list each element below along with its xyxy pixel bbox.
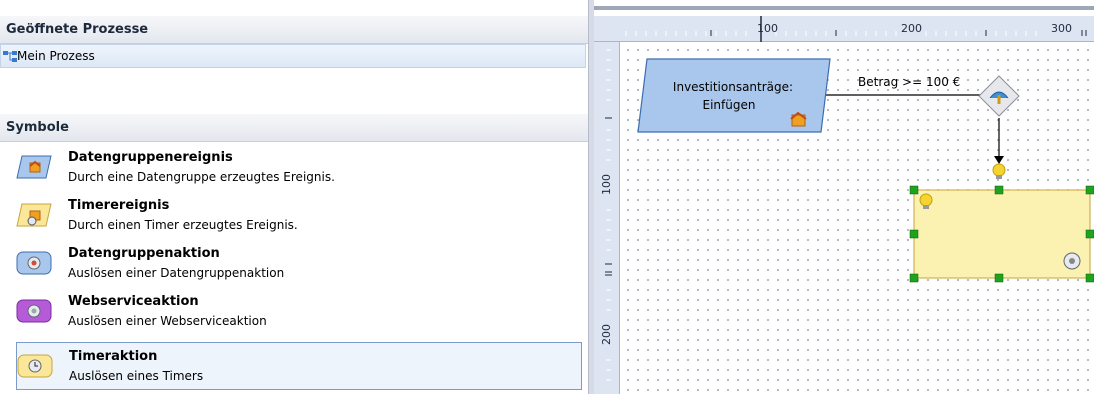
arrowhead-icon: [994, 156, 1004, 164]
event-node-label-line1: Investitionsanträge:: [672, 80, 794, 94]
timer-event-icon: [16, 203, 52, 227]
datagroup-action-icon: [16, 251, 52, 275]
horizontal-ruler: 100 200 300: [594, 16, 1094, 42]
vertical-ruler: 100 200: [594, 42, 620, 394]
event-node-icon: [790, 111, 807, 127]
action-node[interactable]: [913, 189, 1091, 279]
symbol-description: Auslösen eines Timers: [69, 369, 204, 383]
symbol-title: Timerereignis: [68, 198, 170, 213]
left-panel: Geöffnete Prozesse Mein Prozess Symbole …: [0, 0, 590, 394]
event-node-label-line2: Einfügen: [702, 98, 756, 112]
process-item-mein-prozess[interactable]: Mein Prozess: [0, 44, 586, 68]
ruler-label-100: 100: [757, 22, 778, 35]
symbol-description: Auslösen einer Datengruppenaktion: [68, 266, 285, 280]
symbol-description: Durch eine Datengruppe erzeugtes Ereigni…: [68, 170, 335, 184]
process-item-label: Mein Prozess: [17, 49, 95, 63]
symbol-item-webserviceaktion[interactable]: Webserviceaktion Auslösen einer Webservi…: [16, 288, 582, 336]
diagram-shapes: [637, 58, 1094, 283]
datagroup-event-icon: [16, 155, 52, 179]
ruler-label-300: 300: [1051, 22, 1072, 35]
horizontal-ruler-ticks: [625, 16, 1087, 42]
condition-label: Betrag >= 100 €: [858, 75, 961, 89]
symbol-description: Auslösen einer Webserviceaktion: [68, 314, 267, 328]
symbol-item-datengruppenereignis[interactable]: Datengruppenereignis Durch eine Datengru…: [16, 144, 582, 192]
timer-action-icon: [17, 354, 53, 378]
symbol-title: Datengruppenaktion: [68, 246, 220, 261]
diagram-canvas[interactable]: Investitionsanträge: Einfügen Betrag >= …: [620, 42, 1094, 394]
ruler-label-100-vertical: 100: [600, 174, 613, 195]
symbol-title: Webserviceaktion: [68, 294, 199, 309]
gear-icon: [1063, 252, 1081, 270]
symbol-item-datengruppenaktion[interactable]: Datengruppenaktion Auslösen einer Dateng…: [16, 240, 582, 288]
symbol-item-timerereignis[interactable]: Timerereignis Durch einen Timer erzeugte…: [16, 192, 582, 240]
lightbulb-icon: [992, 163, 1006, 179]
webservice-action-icon: [16, 299, 52, 323]
symbol-title: Timeraktion: [69, 349, 158, 364]
ruler-label-200-vertical: 200: [600, 324, 613, 345]
ruler-label-200: 200: [901, 22, 922, 35]
symbol-title: Datengruppenereignis: [68, 150, 233, 165]
process-tree-icon: [3, 51, 17, 62]
processes-header: Geöffnete Prozesse: [0, 16, 590, 44]
symbol-item-timeraktion[interactable]: Timeraktion Auslösen eines Timers: [16, 342, 582, 390]
symbol-description: Durch einen Timer erzeugtes Ereignis.: [68, 218, 298, 232]
symbols-header: Symbole: [0, 114, 590, 142]
